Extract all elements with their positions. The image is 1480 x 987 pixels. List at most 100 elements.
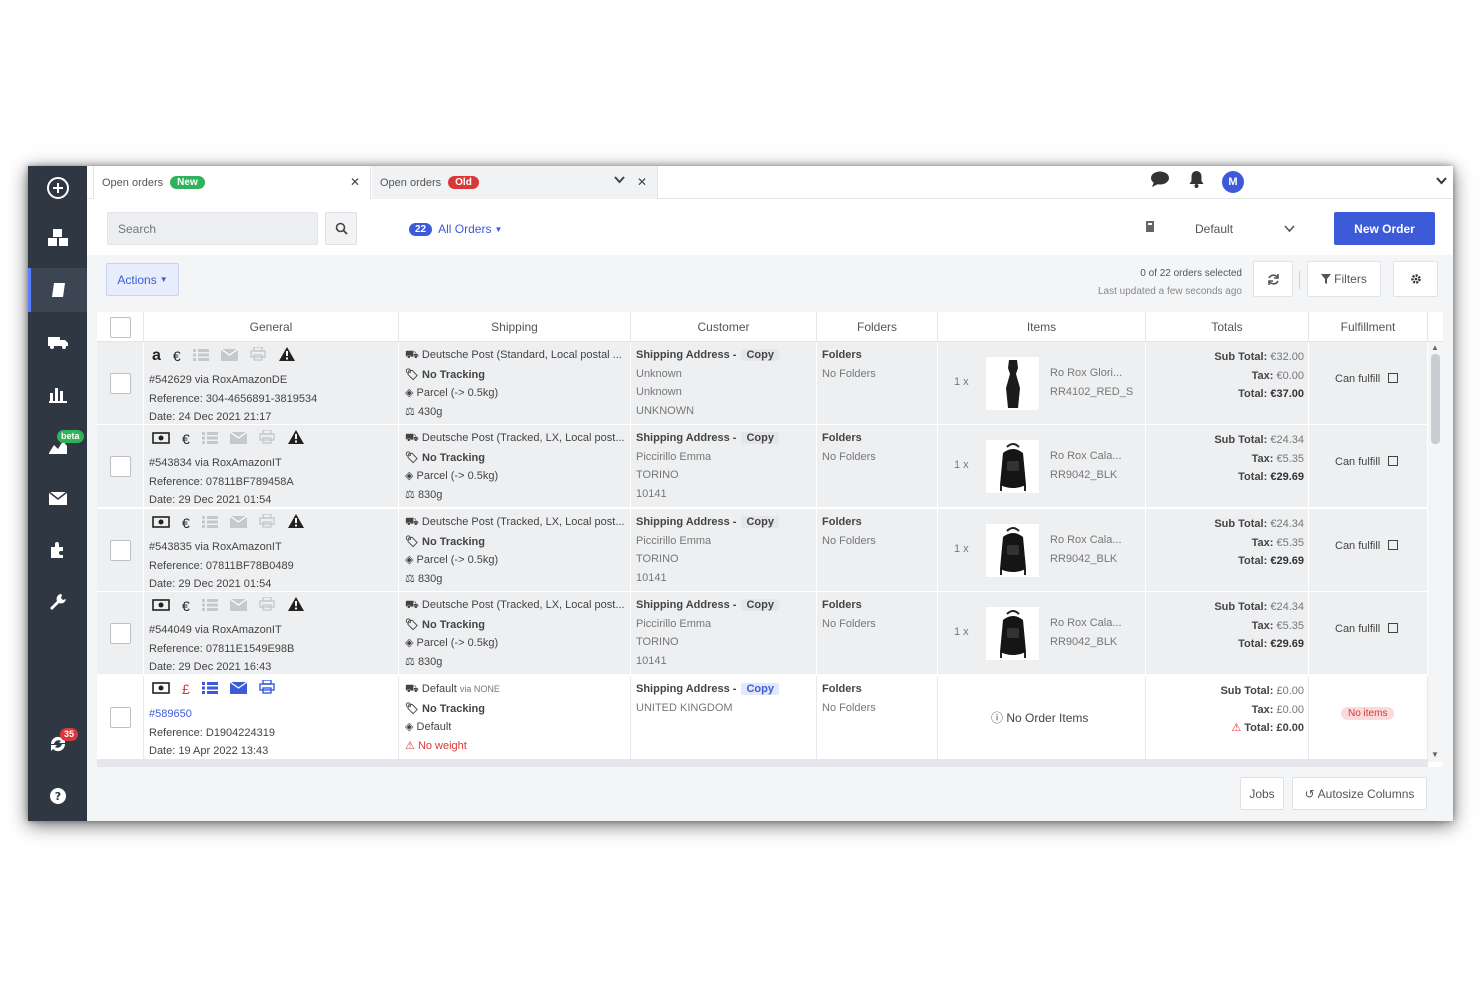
close-icon[interactable]: ✕	[637, 175, 647, 189]
external-link-icon[interactable]	[1388, 540, 1399, 550]
view-select[interactable]: Default	[1195, 222, 1295, 236]
sidebar-orders-icon[interactable]	[28, 268, 87, 312]
row-checkbox[interactable]	[110, 707, 131, 728]
shipping-service[interactable]: ⛟ Deutsche Post (Tracked, LX, Local post…	[405, 516, 629, 530]
row-checkbox[interactable]	[110, 623, 131, 644]
tab-open-orders-new[interactable]: Open orders New ✕	[93, 166, 371, 199]
product-thumbnail[interactable]	[985, 523, 1040, 578]
print-icon[interactable]	[259, 429, 275, 447]
envelope-icon[interactable]	[229, 431, 248, 447]
column-header-general[interactable]: General	[144, 312, 399, 342]
print-icon[interactable]	[250, 346, 266, 364]
product-thumbnail[interactable]	[985, 606, 1040, 661]
avatar[interactable]: M	[1222, 170, 1244, 193]
sidebar-reports-icon[interactable]	[28, 372, 87, 416]
sidebar-logo-icon[interactable]	[28, 166, 87, 210]
chat-icon[interactable]	[1150, 171, 1170, 193]
column-header-customer[interactable]: Customer	[631, 312, 817, 342]
print-icon[interactable]	[259, 596, 275, 614]
shipping-service[interactable]: ⛟ Deutsche Post (Tracked, LX, Local post…	[405, 599, 629, 613]
grid-scrollbar[interactable]: ▲ ▼	[1428, 342, 1443, 762]
sidebar-inventory-icon[interactable]	[28, 216, 87, 260]
order-number[interactable]: #544049 via RoxAmazonIT	[149, 624, 282, 636]
bookmark-icon[interactable]	[1145, 220, 1155, 236]
search-button[interactable]	[325, 212, 357, 245]
package-type[interactable]: ◈ Parcel (-> 0.5kg)	[405, 553, 498, 566]
list-icon[interactable]	[201, 598, 218, 614]
sidebar-shipping-icon[interactable]	[28, 320, 87, 364]
new-order-button[interactable]: New Order	[1334, 212, 1435, 245]
refresh-button[interactable]	[1253, 261, 1293, 297]
column-header-fulfillment[interactable]: Fulfillment	[1309, 312, 1428, 342]
order-number[interactable]: #542629 via RoxAmazonDE	[149, 374, 287, 386]
scroll-up-icon[interactable]: ▲	[1431, 343, 1439, 352]
item-name[interactable]: Ro Rox Cala...	[1050, 450, 1122, 462]
item-name[interactable]: Ro Rox Cala...	[1050, 534, 1122, 546]
table-row[interactable]: € #543834 via RoxAmazonIT Reference: 07811…	[97, 425, 1443, 508]
item-name[interactable]: Ro Rox Cala...	[1050, 617, 1122, 629]
row-checkbox[interactable]	[110, 456, 131, 477]
chevron-down-icon[interactable]	[1436, 174, 1447, 188]
shipping-service[interactable]: ⛟ Deutsche Post (Standard, Local postal …	[405, 349, 629, 363]
autosize-columns-button[interactable]: ↺ Autosize Columns	[1292, 777, 1427, 810]
search-input[interactable]	[107, 212, 318, 245]
list-icon[interactable]	[201, 515, 218, 531]
settings-button[interactable]	[1393, 261, 1438, 297]
close-icon[interactable]: ✕	[350, 175, 360, 189]
tab-open-orders-old[interactable]: Open orders Old ✕	[372, 166, 658, 199]
package-type[interactable]: ◈ Parcel (-> 0.5kg)	[405, 636, 498, 649]
table-row[interactable]: a € #542629 via RoxAmazonDE Reference: 304-…	[97, 342, 1443, 425]
envelope-icon[interactable]	[229, 681, 248, 697]
external-link-icon[interactable]	[1388, 456, 1399, 466]
list-icon[interactable]	[192, 348, 209, 364]
copy-address-button[interactable]: Copy	[741, 683, 779, 695]
copy-address-button[interactable]: Copy	[741, 516, 779, 528]
envelope-icon[interactable]	[229, 598, 248, 614]
list-icon[interactable]	[201, 681, 218, 697]
table-row[interactable]: € #543835 via RoxAmazonIT Reference: 07811…	[97, 509, 1443, 592]
list-icon[interactable]	[201, 431, 218, 447]
package-type[interactable]: ◈ Parcel (-> 0.5kg)	[405, 386, 498, 399]
sidebar-sync-icon[interactable]: 35	[28, 722, 87, 766]
product-thumbnail[interactable]	[985, 439, 1040, 494]
scrollbar-thumb[interactable]	[1431, 354, 1440, 444]
row-checkbox[interactable]	[110, 540, 131, 561]
filters-button[interactable]: Filters	[1307, 261, 1381, 297]
package-type[interactable]: ◈ Parcel (-> 0.5kg)	[405, 469, 498, 482]
column-header-totals[interactable]: Totals	[1146, 312, 1309, 342]
column-header-items[interactable]: Items	[938, 312, 1146, 342]
external-link-icon[interactable]	[1388, 373, 1399, 383]
actions-dropdown[interactable]: Actions ▼	[106, 263, 179, 296]
column-header-folders[interactable]: Folders	[817, 312, 938, 342]
print-icon[interactable]	[259, 679, 275, 697]
fulfillment-status[interactable]: Can fulfill	[1335, 623, 1399, 635]
item-name[interactable]: Ro Rox Glori...	[1050, 367, 1122, 379]
copy-address-button[interactable]: Copy	[741, 432, 779, 444]
copy-address-button[interactable]: Copy	[741, 349, 779, 361]
order-number[interactable]: #543834 via RoxAmazonIT	[149, 457, 282, 469]
order-number[interactable]: #543835 via RoxAmazonIT	[149, 541, 282, 553]
sidebar-messages-icon[interactable]	[28, 476, 87, 520]
all-orders-dropdown[interactable]: 22 All Orders ▼	[409, 222, 502, 236]
envelope-icon[interactable]	[220, 348, 239, 364]
chevron-down-icon[interactable]	[614, 175, 625, 187]
sidebar-settings-wrench-icon[interactable]	[28, 580, 87, 624]
bell-icon[interactable]	[1186, 170, 1206, 193]
order-number-link[interactable]: #589650	[149, 708, 192, 720]
sidebar-integrations-icon[interactable]	[28, 528, 87, 572]
table-row[interactable]: £ #589650 Reference: D1904224319 Date: 1…	[97, 676, 1443, 759]
fulfillment-status[interactable]: Can fulfill	[1335, 456, 1399, 468]
print-icon[interactable]	[259, 513, 275, 531]
external-link-icon[interactable]	[1388, 623, 1399, 633]
table-row[interactable]: € #544049 via RoxAmazonIT Reference: 07811…	[97, 592, 1443, 675]
envelope-icon[interactable]	[229, 515, 248, 531]
select-all-checkbox[interactable]	[109, 316, 131, 338]
column-header-shipping[interactable]: Shipping	[399, 312, 631, 342]
scroll-down-icon[interactable]: ▼	[1431, 750, 1439, 759]
product-thumbnail[interactable]	[985, 356, 1040, 411]
sidebar-analytics-icon[interactable]: beta	[28, 424, 87, 468]
copy-address-button[interactable]: Copy	[741, 599, 779, 611]
shipping-service[interactable]: ⛟ Default via NONE	[405, 683, 500, 697]
jobs-button[interactable]: Jobs	[1240, 777, 1284, 810]
fulfillment-status[interactable]: Can fulfill	[1335, 373, 1399, 385]
